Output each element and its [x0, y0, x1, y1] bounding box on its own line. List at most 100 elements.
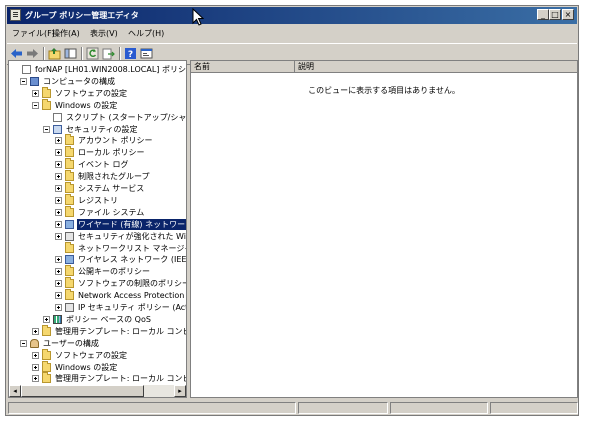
- column-header-name[interactable]: 名前: [191, 61, 295, 73]
- forward-icon[interactable]: [26, 47, 39, 60]
- menu-view[interactable]: 表示(V): [90, 28, 118, 39]
- tree-item-label: 管理用テンプレート: ローカル コンピュー:: [55, 374, 186, 384]
- expand-icon[interactable]: [55, 256, 62, 264]
- minimize-button[interactable]: _: [537, 9, 549, 20]
- tree-item-label: イベント ログ: [78, 160, 129, 170]
- expand-icon[interactable]: [55, 220, 62, 228]
- tree-item[interactable]: 制限されたグループ: [9, 170, 186, 182]
- tree-item-label: ローカル ポリシー: [78, 148, 145, 158]
- tree-item[interactable]: ソフトウェアの設定: [9, 86, 186, 99]
- scroll-right-button[interactable]: ▸: [174, 385, 186, 397]
- column-header-description[interactable]: 説明: [295, 61, 577, 73]
- tree-item-label: Windows の設定: [55, 362, 118, 372]
- show-hide-tree-icon[interactable]: [64, 47, 77, 60]
- menu-file[interactable]: ファイル(F): [12, 28, 55, 39]
- export-list-icon[interactable]: [102, 47, 115, 60]
- tree-item[interactable]: ソフトウェアの設定: [9, 348, 186, 361]
- status-panel-1: [8, 402, 296, 414]
- tree-item[interactable]: コンピュータの構成: [9, 76, 186, 87]
- menu-help[interactable]: ヘルプ(H): [128, 28, 164, 39]
- tree-item[interactable]: IP セキュリティ ポリシー (Active: [9, 302, 186, 313]
- folder-icon: [65, 146, 74, 158]
- tree-item[interactable]: アカウント ポリシー: [9, 134, 186, 146]
- expand-icon[interactable]: [55, 304, 62, 311]
- tree-horizontal-scrollbar[interactable]: ◂ ▸: [9, 385, 186, 397]
- tree-item[interactable]: セキュリティの設定: [9, 124, 186, 135]
- tree-item[interactable]: ファイル システム: [9, 205, 186, 218]
- console-tree[interactable]: forNAP [LH01.WIN2008.LOCAL] ポリシーコンピュータの構…: [8, 60, 187, 398]
- chart-icon: [53, 314, 62, 324]
- tree-item[interactable]: ローカル ポリシー: [9, 146, 186, 158]
- expand-icon[interactable]: [55, 196, 62, 204]
- policy-icon: [53, 124, 62, 134]
- expand-icon[interactable]: [32, 89, 39, 97]
- collapse-icon[interactable]: [32, 101, 39, 109]
- tree-item-label: ネットワークリスト マネージャ ポ: [78, 243, 186, 253]
- tree-item[interactable]: Windows の設定: [9, 98, 186, 111]
- tree-item[interactable]: ソフトウェアの制限のポリシー: [9, 277, 186, 289]
- shield-icon: [65, 303, 74, 312]
- back-icon[interactable]: [10, 47, 23, 60]
- tree-item[interactable]: ポリシー ベースの QoS: [9, 314, 186, 325]
- expand-icon[interactable]: [55, 137, 62, 145]
- tree-item[interactable]: システム サービス: [9, 182, 186, 194]
- tree-item[interactable]: 管理用テンプレート: ローカル コンピュー:: [9, 324, 186, 337]
- expand-icon[interactable]: [32, 363, 39, 371]
- tree-item-label: Network Access Protection: [78, 291, 185, 301]
- tree-item[interactable]: セキュリティが強化された Windo: [9, 231, 186, 242]
- title-bar[interactable]: グループ ポリシー管理エディタ _ □ ×: [7, 7, 577, 24]
- help-icon[interactable]: ?: [124, 47, 137, 60]
- collapse-icon[interactable]: [20, 339, 27, 347]
- empty-list-message: このビューに表示する項目はありません。: [308, 86, 460, 95]
- menu-action[interactable]: 操作(A): [52, 28, 80, 39]
- expand-icon[interactable]: [43, 315, 50, 323]
- expand-icon[interactable]: [55, 268, 62, 276]
- expand-icon[interactable]: [55, 208, 62, 216]
- tree-item-label: forNAP [LH01.WIN2008.LOCAL] ポリシー: [35, 65, 187, 74]
- up-folder-icon[interactable]: [48, 47, 61, 60]
- maximize-button[interactable]: □: [549, 9, 561, 20]
- tree-item[interactable]: forNAP [LH01.WIN2008.LOCAL] ポリシー: [9, 64, 186, 75]
- properties-icon[interactable]: [140, 47, 153, 60]
- folder-icon: [42, 98, 51, 110]
- tree-item[interactable]: Windows の設定: [9, 360, 186, 373]
- tree-item[interactable]: レジストリ: [9, 193, 186, 206]
- tree-item-label: コンピュータの構成: [43, 76, 115, 86]
- tree-item-label: ファイル システム: [78, 207, 145, 217]
- expand-icon[interactable]: [55, 280, 62, 288]
- expand-icon[interactable]: [55, 185, 62, 192]
- collapse-icon[interactable]: [20, 77, 27, 85]
- app-icon[interactable]: [10, 9, 21, 21]
- net-icon: [65, 255, 74, 265]
- scroll-left-button[interactable]: ◂: [9, 385, 21, 397]
- refresh-icon[interactable]: [86, 47, 99, 60]
- tree-item[interactable]: Network Access Protection: [9, 289, 186, 301]
- net-icon: [65, 219, 74, 229]
- status-panel-3: [390, 402, 488, 414]
- tree-item[interactable]: 管理用テンプレート: ローカル コンピュー:: [9, 372, 186, 384]
- expand-icon[interactable]: [32, 375, 39, 383]
- tree-item[interactable]: ユーザーの構成: [9, 338, 186, 349]
- expand-icon[interactable]: [55, 232, 62, 240]
- scroll-thumb[interactable]: [21, 385, 144, 397]
- folder-icon: [65, 265, 74, 277]
- tree-item[interactable]: ワイヤード (有線) ネットワーク (: [9, 218, 186, 230]
- tree-item[interactable]: スクリプト (スタートアップ/シャットダウ: [9, 112, 186, 123]
- tree-item-label: セキュリティの設定: [66, 124, 138, 134]
- collapse-icon[interactable]: [43, 125, 50, 133]
- expand-icon[interactable]: [55, 173, 62, 181]
- expand-icon[interactable]: [32, 351, 39, 359]
- expand-icon[interactable]: [32, 327, 39, 335]
- tree-item[interactable]: ネットワークリスト マネージャ ポ: [9, 241, 186, 254]
- expand-icon[interactable]: [55, 292, 62, 300]
- expand-icon[interactable]: [55, 161, 62, 169]
- close-button[interactable]: ×: [562, 9, 574, 20]
- status-bar: [7, 401, 578, 415]
- doc-icon: [53, 112, 62, 122]
- folder-icon: [65, 289, 74, 301]
- expand-icon[interactable]: [55, 149, 62, 157]
- folder-icon: [42, 372, 51, 384]
- tree-item[interactable]: イベント ログ: [9, 158, 186, 170]
- tree-item[interactable]: 公開キーのポリシー: [9, 265, 186, 277]
- tree-item[interactable]: ワイヤレス ネットワーク (IEEE 8(: [9, 254, 186, 265]
